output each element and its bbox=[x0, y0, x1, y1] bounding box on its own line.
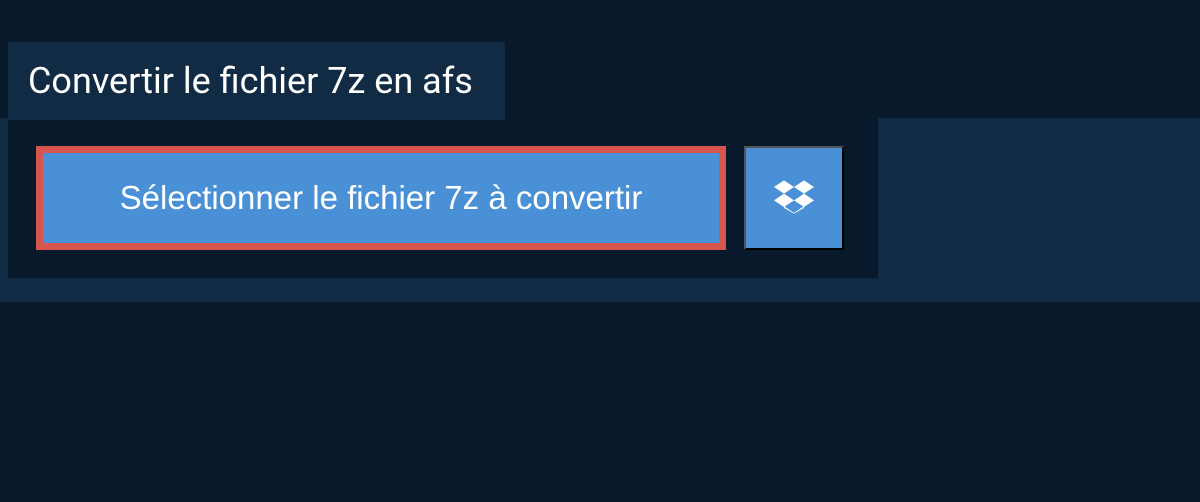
main-panel: Sélectionner le fichier 7z à convertir bbox=[8, 118, 878, 278]
button-row: Sélectionner le fichier 7z à convertir bbox=[36, 146, 850, 250]
footer-section bbox=[0, 302, 1200, 502]
title-tab: Convertir le fichier 7z en afs bbox=[8, 42, 505, 120]
spacer bbox=[0, 278, 1200, 302]
dropbox-icon bbox=[774, 177, 814, 220]
header-section: Convertir le fichier 7z en afs bbox=[0, 0, 1200, 118]
select-file-button[interactable]: Sélectionner le fichier 7z à convertir bbox=[36, 146, 726, 250]
page-title: Convertir le fichier 7z en afs bbox=[28, 60, 473, 102]
dropbox-button[interactable] bbox=[744, 146, 844, 250]
select-file-label: Sélectionner le fichier 7z à convertir bbox=[120, 179, 643, 217]
